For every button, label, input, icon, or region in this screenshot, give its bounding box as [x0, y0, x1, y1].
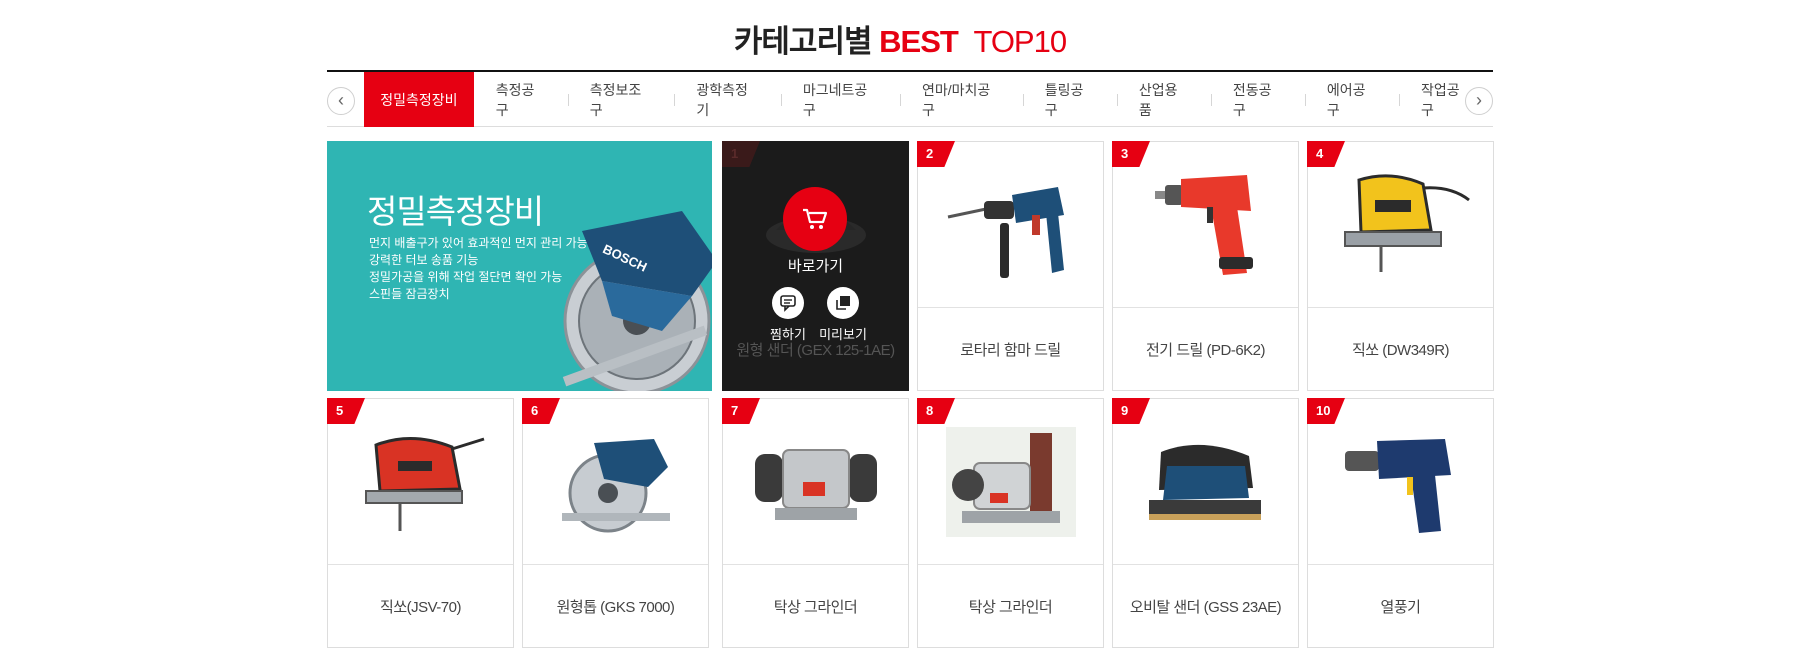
product-image: [1113, 142, 1298, 308]
product-image: [723, 399, 908, 565]
product-image: [1308, 399, 1493, 565]
tab-air-tools[interactable]: 에어공구: [1304, 72, 1399, 127]
product-card-5[interactable]: 5 직쏘(JSV-70): [327, 398, 514, 648]
section-title: 카테고리별 BEST TOP10: [0, 16, 1800, 61]
product-name: 탁상 그라인더: [773, 598, 858, 616]
wish-button[interactable]: [772, 287, 804, 319]
product-card-7[interactable]: 7 탁상 그라인더: [722, 398, 909, 648]
circular-saw-icon: BOSCH: [562, 211, 712, 391]
product-card-4[interactable]: 4 직쏘 (DW349R): [1307, 141, 1494, 391]
banner-title: 정밀측정장비: [367, 193, 544, 230]
tab-industrial-supplies[interactable]: 산업용품: [1116, 72, 1211, 127]
chevron-right-icon: ›: [1476, 90, 1482, 110]
tab-tooling[interactable]: 틀링공구: [1022, 72, 1117, 127]
product-card-3[interactable]: 3 전기 드릴 (PD-6K2): [1112, 141, 1299, 391]
category-tab-bar: ‹ 정밀측정장비 측정공구 측정보조구 광학측정기 마그네트공구 연마/마치공구…: [327, 70, 1493, 127]
circular-saw-icon: [561, 438, 670, 532]
goto-button[interactable]: [783, 187, 847, 251]
hover-overlay: 바로가기 찜하기 미리보기: [723, 142, 908, 390]
product-card-10[interactable]: 10 열풍기: [1307, 398, 1494, 648]
tab-measuring-tools[interactable]: 측정공구: [474, 72, 568, 127]
product-image: [523, 399, 708, 565]
preview-button[interactable]: [827, 287, 859, 319]
heat-gun-icon: [1344, 438, 1451, 533]
product-card-8[interactable]: 8 탁상 그라인더: [917, 398, 1104, 648]
prev-arrow-button[interactable]: ‹: [327, 87, 355, 115]
cart-icon: [803, 208, 828, 229]
tab-precision-measuring[interactable]: 정밀측정장비: [364, 72, 474, 127]
product-name: 원형톱 (GKS 7000): [556, 598, 675, 616]
product-name: 오비탈 샌더 (GSS 23AE): [1129, 598, 1282, 616]
jigsaw-icon: [1343, 173, 1470, 272]
product-card-1[interactable]: 1 원형 샌더 (GEX 125-1AE) 바로가기 찜하기 미리보기: [722, 141, 909, 391]
product-card-2[interactable]: 2 로타리 함마 드릴: [917, 141, 1104, 391]
tab-measuring-aids[interactable]: 측정보조구: [567, 72, 675, 127]
category-banner[interactable]: 정밀측정장비 먼지 배출구가 있어 효과적인 먼지 관리 가능 강력한 터보 송…: [327, 141, 712, 391]
category-tab-list: 정밀측정장비 측정공구 측정보조구 광학측정기 마그네트공구 연마/마치공구 틀…: [364, 72, 1493, 127]
product-image: [918, 142, 1103, 308]
product-name: 직쏘 (DW349R): [1351, 341, 1450, 359]
tab-magnet-tools[interactable]: 마그네트공구: [780, 72, 900, 127]
title-prefix: 카테고리별: [733, 24, 873, 59]
product-name: 열풍기: [1380, 598, 1421, 616]
product-name: 탁상 그라인더: [968, 598, 1053, 616]
copy-icon: [836, 296, 850, 310]
jigsaw-icon: [364, 436, 484, 531]
preview-label: 미리보기: [819, 327, 867, 342]
product-name: 전기 드릴 (PD-6K2): [1145, 341, 1266, 359]
product-card-9[interactable]: 9 오비탈 샌더 (GSS 23AE): [1112, 398, 1299, 648]
title-top10: TOP10: [973, 24, 1067, 59]
belt-grinder-icon: [945, 426, 1076, 537]
orbital-sander-icon: [1148, 444, 1261, 520]
rotary-hammer-drill-icon: [947, 186, 1064, 278]
product-image: [1113, 399, 1298, 565]
next-arrow-button[interactable]: ›: [1465, 87, 1493, 115]
product-card-6[interactable]: 6 원형톱 (GKS 7000): [522, 398, 709, 648]
product-name: 로타리 함마 드릴: [960, 341, 1061, 359]
electric-drill-icon: [1154, 174, 1253, 275]
goto-label: 바로가기: [787, 258, 844, 275]
speech-bubble-icon: [780, 295, 796, 312]
bench-grinder-icon: [754, 448, 877, 520]
tab-abrasive-tools[interactable]: 연마/마치공구: [899, 72, 1023, 127]
product-name: 직쏘(JSV-70): [380, 598, 461, 616]
tab-power-tools[interactable]: 전동공구: [1210, 72, 1305, 127]
chevron-left-icon: ‹: [338, 90, 344, 110]
product-image: [1308, 142, 1493, 308]
title-best: BEST: [879, 24, 959, 59]
product-image: [918, 399, 1103, 565]
product-image: [328, 399, 513, 565]
tab-optical-measuring[interactable]: 광학측정기: [674, 72, 781, 127]
wish-label: 찜하기: [770, 327, 806, 342]
